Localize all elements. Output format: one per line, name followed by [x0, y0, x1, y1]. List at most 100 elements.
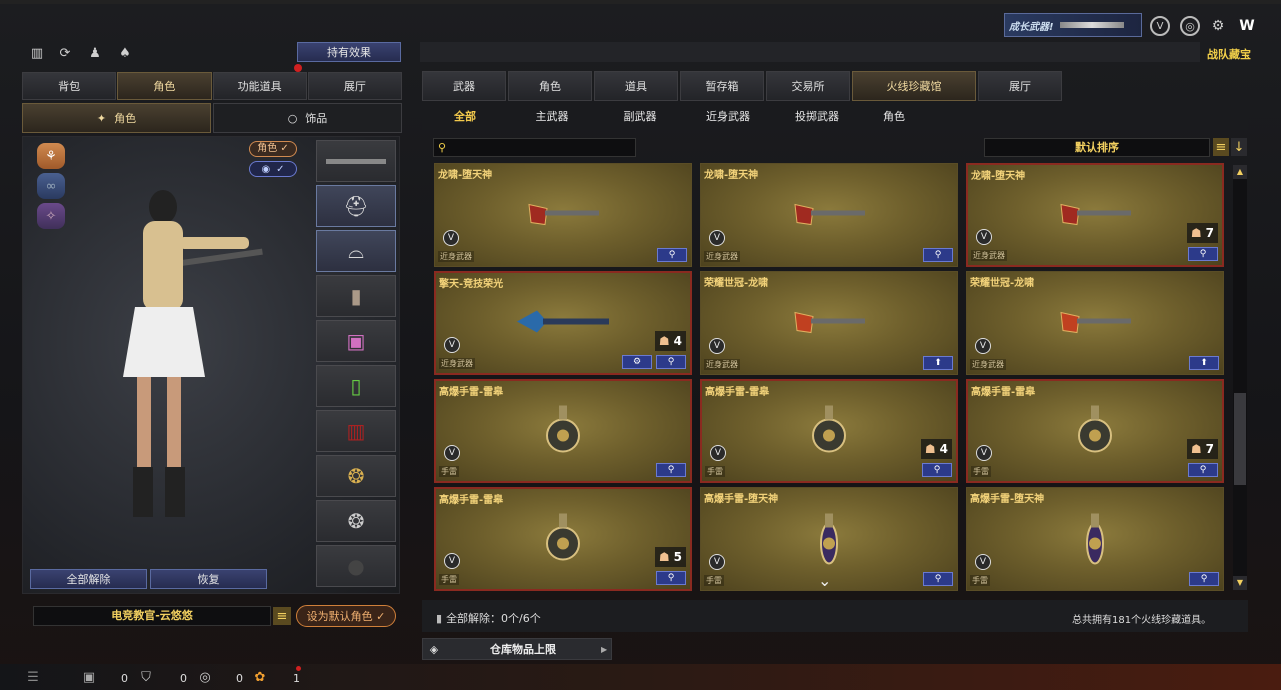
- item-card[interactable]: 龙啸-堕天神 V 近身武器 ⚲ ☗ 7: [966, 163, 1224, 267]
- upgrade-button[interactable]: ⬆: [923, 356, 953, 370]
- search-box[interactable]: ⚲: [433, 138, 636, 157]
- list-view-icon[interactable]: ≡: [1213, 138, 1229, 156]
- role-filter-2[interactable]: ∞: [37, 173, 65, 199]
- tab-weapons[interactable]: 武器: [422, 71, 506, 101]
- chat-icon[interactable]: ◎: [196, 668, 214, 686]
- inspect-button[interactable]: ⚲: [923, 572, 953, 586]
- wing-icon: ⚘: [45, 148, 57, 164]
- scrollbar-thumb[interactable]: [1234, 393, 1246, 485]
- tab-showroom[interactable]: 展厅: [307, 72, 402, 100]
- backpack-icon[interactable]: ▣: [80, 668, 98, 686]
- inspect-button[interactable]: ⚲: [1189, 572, 1219, 586]
- subtab-role[interactable]: 角色: [862, 102, 926, 130]
- item-card[interactable]: 高爆手雷-雷皋 V 手雷 ⚲ ☗ 4: [700, 379, 958, 483]
- item-card[interactable]: 荣耀世冠-龙啸 V 近身武器 ⬆: [966, 271, 1224, 375]
- item-card[interactable]: 高爆手雷-雷皋 V 手雷 ⚲ ☗ 7: [966, 379, 1224, 483]
- sort-down-icon[interactable]: ↓: [1231, 138, 1247, 156]
- eye-toggle[interactable]: ◉ ✓: [249, 161, 297, 177]
- slot-empty[interactable]: ●: [316, 545, 396, 587]
- subtab-primary[interactable]: 主武器: [508, 102, 596, 130]
- slot-dragon-gold[interactable]: ❂: [316, 455, 396, 497]
- item-card[interactable]: 擎天-竞技荣光 V 近身武器 ⚲ ⚙ ☗ 4: [434, 271, 692, 375]
- item-name: 高爆手雷-雷皋: [705, 387, 770, 398]
- storage-limit-label: 仓库物品上限: [490, 643, 556, 656]
- character-icon[interactable]: ♟: [86, 44, 104, 62]
- scroll-down-arrow[interactable]: ▼: [1233, 576, 1247, 590]
- slot-helmet[interactable]: ⛑: [316, 185, 396, 227]
- inspect-button[interactable]: ⚲: [1188, 463, 1218, 477]
- shield-icon[interactable]: ⛉: [137, 668, 155, 686]
- globe-icon[interactable]: ◎: [1180, 16, 1200, 36]
- item-card[interactable]: 高爆手雷-堕天神 V 手雷 ⚲: [966, 487, 1224, 591]
- subtab-melee[interactable]: 近身武器: [684, 102, 772, 130]
- menu-icon[interactable]: ≡: [273, 607, 291, 625]
- role-filter-1[interactable]: ⚘: [37, 143, 65, 169]
- item-card[interactable]: 高爆手雷-雷皋 V 手雷 ⚲: [434, 379, 692, 483]
- refresh-icon[interactable]: ⟳: [56, 44, 74, 62]
- chevron-down-icon[interactable]: ⌄: [818, 571, 831, 590]
- subtab-accessory-label: 饰品: [305, 112, 328, 125]
- magnify-icon: ⚲: [934, 574, 942, 584]
- storage-limit-bar[interactable]: ◈ 仓库物品上限 ▶: [422, 638, 612, 660]
- upgrade-button[interactable]: ⬆: [1189, 356, 1219, 370]
- tab-collection[interactable]: 火线珍藏馆: [852, 71, 976, 101]
- logo-w-icon[interactable]: W: [1236, 16, 1258, 36]
- inspect-button[interactable]: ⚲: [657, 248, 687, 262]
- vip-icon: V: [975, 554, 991, 570]
- stats-icon[interactable]: ▥: [28, 44, 46, 62]
- set-default-button[interactable]: 设为默认角色 ✓: [296, 605, 396, 627]
- subtab-throwing[interactable]: 投掷武器: [772, 102, 862, 130]
- top-border: [0, 0, 1281, 4]
- tab-character[interactable]: 角色: [117, 72, 212, 100]
- shield-v-icon[interactable]: V: [1150, 16, 1170, 36]
- magnify-icon: ⚲: [667, 573, 675, 583]
- tab-items[interactable]: 道具: [594, 71, 678, 101]
- slot-ammo[interactable]: ▥: [316, 410, 396, 452]
- scrollbar-track[interactable]: [1233, 165, 1247, 590]
- tab-right-showroom[interactable]: 展厅: [978, 71, 1062, 101]
- slot-battery[interactable]: ▯: [316, 365, 396, 407]
- tab-exchange[interactable]: 交易所: [766, 71, 850, 101]
- bag-icon[interactable]: ♠: [116, 44, 134, 62]
- slot-glasses[interactable]: ⌓: [316, 230, 396, 272]
- tab-roles[interactable]: 角色: [508, 71, 592, 101]
- item-card[interactable]: 龙啸-堕天神 V 近身武器 ⚲: [700, 163, 958, 267]
- subtab-secondary[interactable]: 副武器: [596, 102, 684, 130]
- list-icon[interactable]: ☰: [24, 668, 42, 686]
- inspect-button[interactable]: ⚲: [923, 248, 953, 262]
- slot-dragon-silver[interactable]: ❂: [316, 500, 396, 542]
- item-art: [513, 307, 613, 340]
- settings-icon[interactable]: ⚙: [1208, 16, 1228, 36]
- tab-function-items[interactable]: 功能道具: [212, 72, 307, 100]
- tab-storage[interactable]: 暂存箱: [680, 71, 764, 101]
- role-filter-3[interactable]: ✧: [37, 203, 65, 229]
- item-card[interactable]: 荣耀世冠-龙啸 V 近身武器 ⬆: [700, 271, 958, 375]
- unequip-all-button[interactable]: 全部解除: [30, 569, 147, 589]
- inspect-button[interactable]: ⚲: [1188, 247, 1218, 261]
- growth-weapon-banner[interactable]: 成长武器!: [1004, 13, 1142, 37]
- tab-bag[interactable]: 背包: [22, 72, 117, 100]
- inspect-button[interactable]: ⚲: [922, 463, 952, 477]
- subtab-all[interactable]: 全部: [422, 102, 508, 130]
- search-input[interactable]: [450, 142, 621, 153]
- subtab-accessory[interactable]: ○ 饰品: [213, 103, 402, 133]
- restore-button[interactable]: 恢复: [150, 569, 267, 589]
- gift-icon[interactable]: ✿: [251, 668, 269, 686]
- slot-radio[interactable]: ▮: [316, 275, 396, 317]
- settings-button[interactable]: ⚙: [622, 355, 652, 369]
- count-3: 0: [236, 672, 243, 685]
- item-name: 龙啸-堕天神: [704, 170, 759, 181]
- item-card[interactable]: 龙啸-堕天神 V 近身武器 ⚲: [434, 163, 692, 267]
- inspect-button[interactable]: ⚲: [656, 571, 686, 585]
- slot-rifle[interactable]: [316, 140, 396, 182]
- hold-effect-button[interactable]: 持有效果: [297, 42, 401, 62]
- inspect-button[interactable]: ⚲: [656, 355, 686, 369]
- subtab-character[interactable]: ✦ 角色: [22, 103, 211, 133]
- item-card[interactable]: 高爆手雷-雷皋 V 手雷 ⚲ ☗ 5: [434, 487, 692, 591]
- char-tag[interactable]: 角色 ✓: [249, 141, 297, 157]
- sort-dropdown[interactable]: 默认排序: [984, 138, 1210, 157]
- slot-box[interactable]: ▣: [316, 320, 396, 362]
- scroll-up-arrow[interactable]: ▲: [1233, 165, 1247, 179]
- right-subtabs: 全部 主武器 副武器 近身武器 投掷武器 角色: [422, 102, 942, 130]
- inspect-button[interactable]: ⚲: [656, 463, 686, 477]
